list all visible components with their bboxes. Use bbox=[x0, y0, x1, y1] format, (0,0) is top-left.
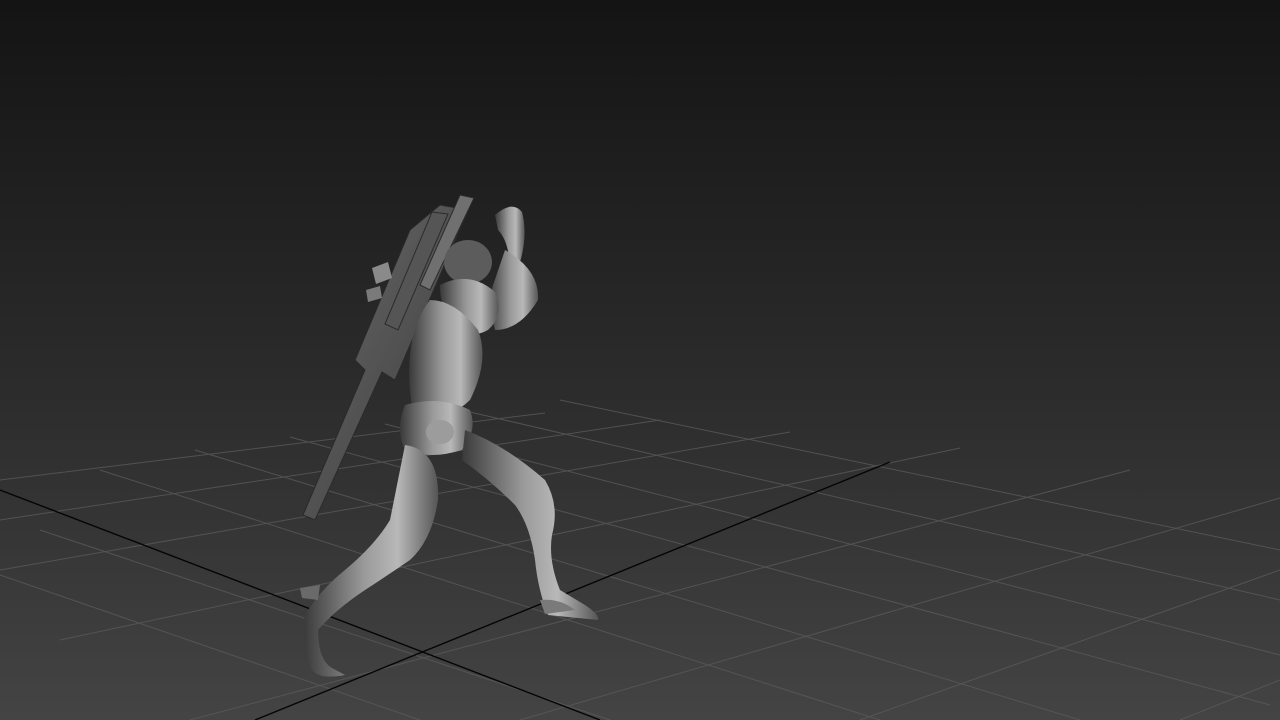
3d-viewport[interactable] bbox=[0, 0, 1280, 720]
world-axes bbox=[0, 461, 891, 720]
axis-x-line bbox=[0, 489, 601, 720]
viewport-canvas[interactable] bbox=[0, 0, 1280, 720]
home-grid bbox=[0, 399, 1280, 720]
